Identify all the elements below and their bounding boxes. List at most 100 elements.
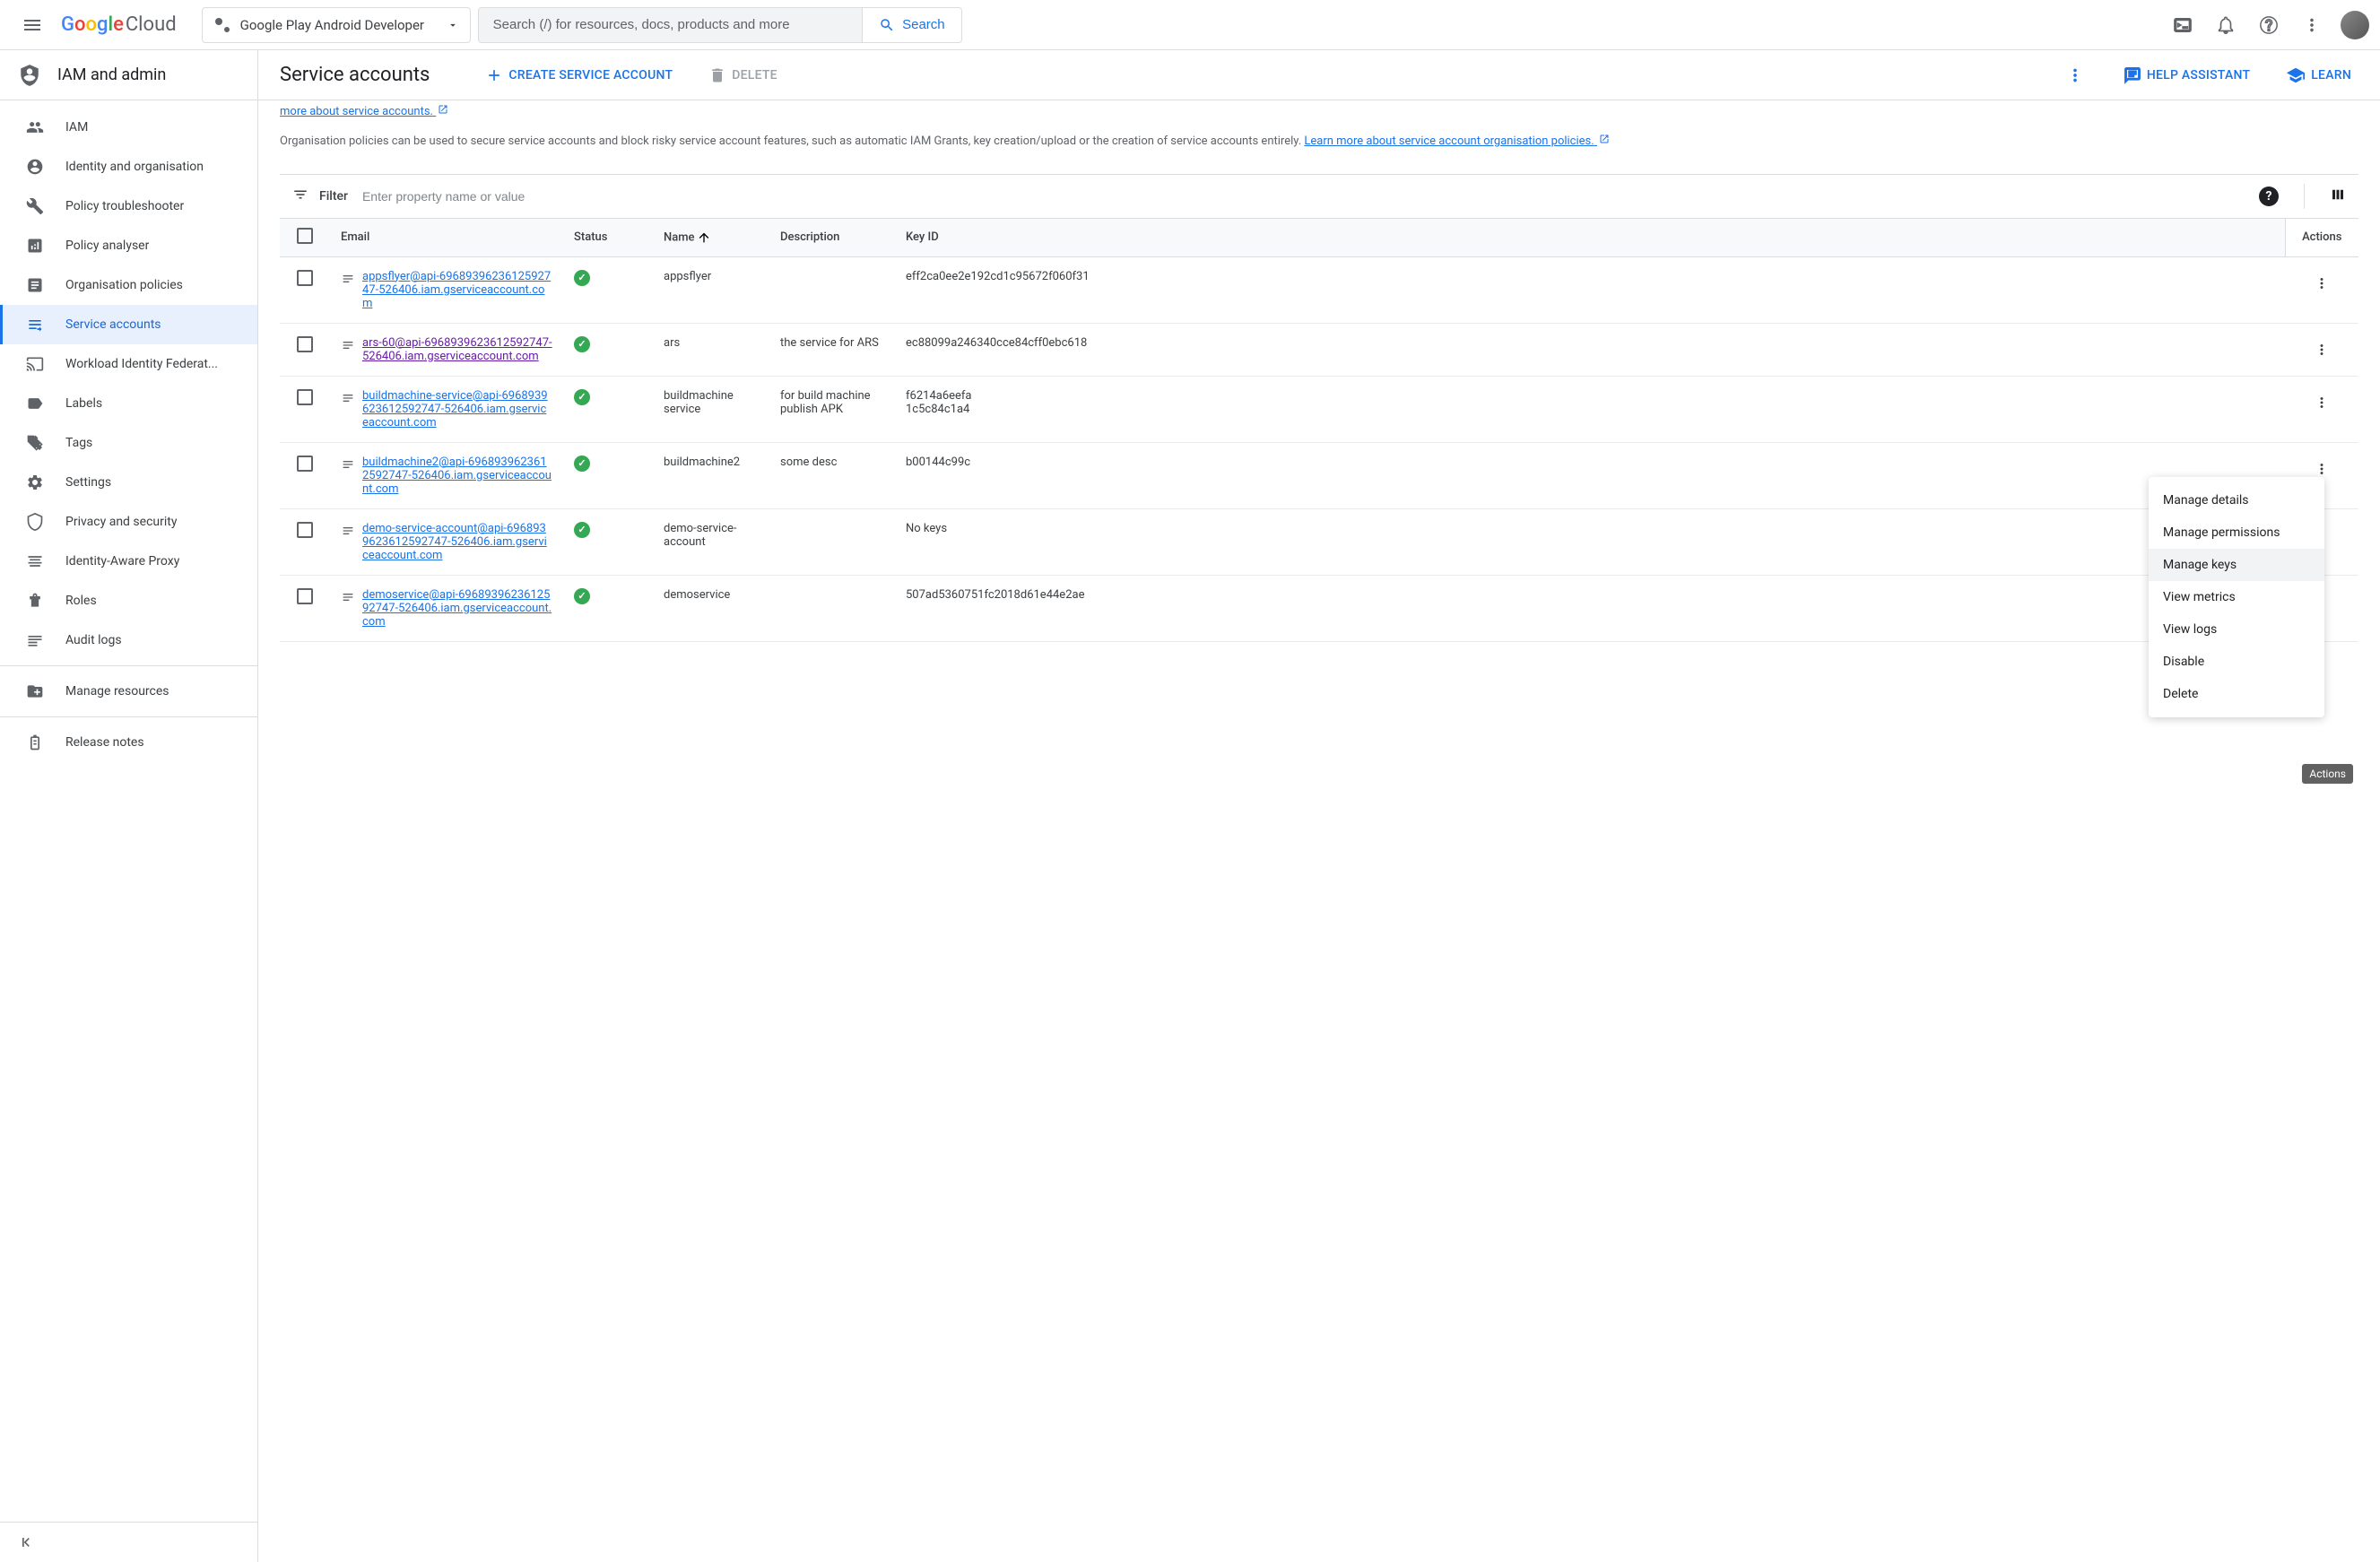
sidebar-item-release-notes[interactable]: Release notes: [0, 723, 257, 762]
notifications-button[interactable]: [2206, 5, 2245, 45]
row-name: buildmachine2: [653, 442, 769, 508]
iam-icon: [26, 118, 44, 136]
sidebar-item-tags[interactable]: Tags: [0, 423, 257, 463]
doc-icon: [26, 276, 44, 294]
sidebar-item-identity-and-organisation[interactable]: Identity and organisation: [0, 147, 257, 187]
sidebar-item-labels[interactable]: Labels: [0, 384, 257, 423]
service-account-email-link[interactable]: buildmachine2@api-6968939623612592747-52…: [362, 456, 552, 496]
nav-label: Policy analyser: [65, 239, 149, 253]
table-row: buildmachine2@api-6968939623612592747-52…: [280, 442, 2358, 508]
learn-more-policies-link[interactable]: Learn more about service account organis…: [1304, 135, 1610, 148]
sidebar-item-manage-resources[interactable]: Manage resources: [0, 672, 257, 711]
service-account-icon: [341, 457, 355, 472]
menu-item-manage-permissions[interactable]: Manage permissions: [2149, 516, 2324, 549]
menu-item-disable[interactable]: Disable: [2149, 646, 2324, 678]
service-account-email-link[interactable]: demoservice@api-6968939623612592747-5264…: [362, 588, 552, 629]
learn-button[interactable]: LEARN: [2279, 60, 2358, 91]
menu-item-manage-details[interactable]: Manage details: [2149, 484, 2324, 516]
sidebar-header: IAM and admin: [0, 50, 257, 100]
more-vert-icon: [2302, 15, 2322, 35]
filter-help-button[interactable]: ?: [2259, 187, 2279, 206]
external-link-icon: [438, 104, 448, 115]
help-assistant-button[interactable]: HELP ASSISTANT: [2116, 61, 2257, 90]
project-name: Google Play Android Developer: [240, 17, 424, 33]
project-picker[interactable]: Google Play Android Developer: [202, 7, 471, 43]
service-account-icon: [341, 524, 355, 538]
row-checkbox[interactable]: [297, 588, 313, 604]
service-account-email-link[interactable]: buildmachine-service@api-696893962361259…: [362, 389, 552, 430]
nav-label: Labels: [65, 396, 102, 411]
nav-label: Service accounts: [65, 317, 161, 332]
create-service-account-button[interactable]: CREATE SERVICE ACCOUNT: [478, 61, 680, 90]
row-keyid: 507ad5360751fc2018d61e44e2ae: [895, 575, 2285, 641]
row-actions-button[interactable]: [2308, 270, 2335, 297]
col-header-name[interactable]: Name: [653, 218, 769, 256]
collapse-sidebar-button[interactable]: [18, 1530, 43, 1555]
nav-label: Policy troubleshooter: [65, 199, 184, 213]
sidebar: IAM and admin IAM Identity and organisati…: [0, 50, 258, 1562]
more-button[interactable]: [2292, 5, 2332, 45]
menu-item-delete[interactable]: Delete: [2149, 678, 2324, 710]
col-header-description[interactable]: Description: [769, 218, 895, 256]
sidebar-item-identity-aware-proxy[interactable]: Identity-Aware Proxy: [0, 542, 257, 581]
sidebar-item-workload-identity-federat-[interactable]: Workload Identity Federat...: [0, 344, 257, 384]
table-container: Filter ? Email Status Name Description: [280, 174, 2358, 642]
row-checkbox[interactable]: [297, 389, 313, 405]
menu-item-view-metrics[interactable]: View metrics: [2149, 581, 2324, 613]
sidebar-item-service-accounts[interactable]: Service accounts: [0, 305, 257, 344]
hamburger-icon: [22, 14, 43, 36]
menu-item-manage-keys[interactable]: Manage keys: [2149, 549, 2324, 581]
col-header-email[interactable]: Email: [330, 218, 563, 256]
gcp-logo[interactable]: Google Cloud: [61, 13, 177, 36]
sidebar-item-privacy-and-security[interactable]: Privacy and security: [0, 502, 257, 542]
page-toolbar: Service accounts CREATE SERVICE ACCOUNT …: [258, 50, 2380, 100]
row-checkbox[interactable]: [297, 522, 313, 538]
sidebar-nav[interactable]: IAM Identity and organisation Policy troub…: [0, 100, 257, 1522]
service-account-email-link[interactable]: appsflyer@api-6968939623612592747-526406…: [362, 270, 552, 310]
more-vert-icon: [2314, 342, 2330, 358]
table-row: appsflyer@api-6968939623612592747-526406…: [280, 256, 2358, 323]
sidebar-item-settings[interactable]: Settings: [0, 463, 257, 502]
col-header-keyid[interactable]: Key ID: [895, 218, 2285, 256]
row-checkbox[interactable]: [297, 456, 313, 472]
row-name: demoservice: [653, 575, 769, 641]
sidebar-item-roles[interactable]: Roles: [0, 581, 257, 620]
nav-menu-button[interactable]: [11, 4, 54, 47]
row-checkbox[interactable]: [297, 336, 313, 352]
user-avatar[interactable]: [2341, 11, 2369, 39]
search-input[interactable]: [479, 8, 862, 42]
status-ok-icon: [574, 389, 590, 405]
learn-more-accounts-link[interactable]: more about service accounts.: [280, 105, 448, 118]
sidebar-item-audit-logs[interactable]: Audit logs: [0, 620, 257, 660]
page-title: Service accounts: [280, 64, 430, 86]
sidebar-item-policy-analyser[interactable]: Policy analyser: [0, 226, 257, 265]
delete-button[interactable]: DELETE: [701, 61, 785, 90]
sidebar-item-policy-troubleshooter[interactable]: Policy troubleshooter: [0, 187, 257, 226]
sidebar-item-organisation-policies[interactable]: Organisation policies: [0, 265, 257, 305]
menu-item-view-logs[interactable]: View logs: [2149, 613, 2324, 646]
more-vert-icon: [2314, 461, 2330, 477]
select-all-checkbox[interactable]: [297, 228, 313, 244]
help-button[interactable]: [2249, 5, 2289, 45]
nav-label: Identity and organisation: [65, 160, 204, 174]
search-bar: Search: [478, 7, 962, 43]
col-header-actions: Actions: [2285, 218, 2358, 256]
service-account-email-link[interactable]: demo-service-account@api-696893962361259…: [362, 522, 552, 562]
column-display-button[interactable]: [2330, 187, 2346, 206]
row-actions-button[interactable]: [2308, 336, 2335, 363]
nav-label: IAM: [65, 120, 88, 135]
service-account-email-link[interactable]: ars-60@api-6968939623612592747-526406.ia…: [362, 336, 552, 363]
nav-label: Workload Identity Federat...: [65, 357, 218, 371]
toolbar-more-button[interactable]: [2055, 56, 2095, 95]
more-vert-icon: [2314, 275, 2330, 291]
row-checkbox[interactable]: [297, 270, 313, 286]
content-area[interactable]: more about service accounts. Organisatio…: [258, 100, 2380, 1562]
col-header-status[interactable]: Status: [563, 218, 653, 256]
row-actions-button[interactable]: [2308, 389, 2335, 416]
filter-input[interactable]: [359, 186, 2248, 207]
search-button[interactable]: Search: [862, 8, 961, 42]
logo-cloud-text: Cloud: [126, 13, 177, 36]
sidebar-item-iam[interactable]: IAM: [0, 108, 257, 147]
proxy-icon: [26, 552, 44, 570]
cloud-shell-button[interactable]: [2163, 5, 2202, 45]
